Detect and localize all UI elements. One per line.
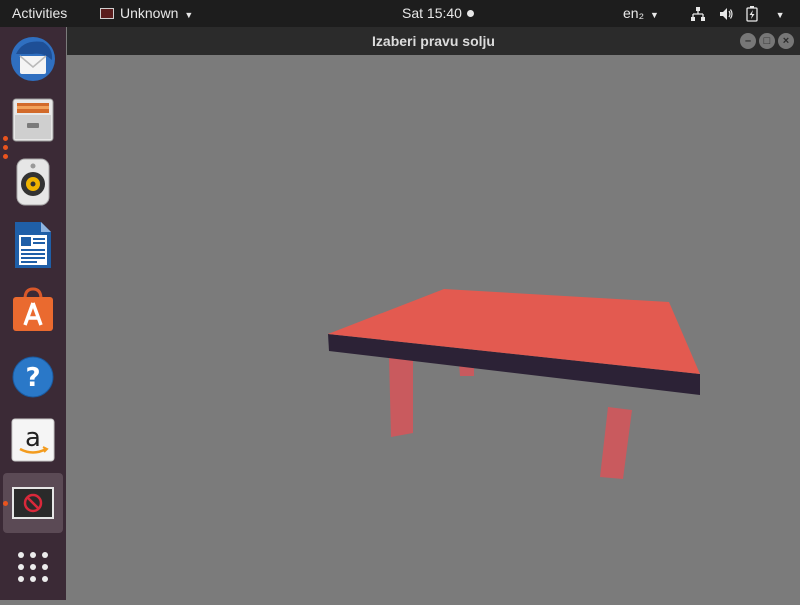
dock-item-help[interactable]: ?: [3, 347, 63, 407]
dock-item-files[interactable]: [3, 90, 63, 150]
files-icon: [12, 98, 54, 142]
dock-item-running-app[interactable]: [3, 473, 63, 533]
app-icon: [100, 8, 114, 19]
3d-scene-canvas[interactable]: [67, 55, 800, 600]
running-indicator: [3, 136, 8, 141]
chevron-down-icon: ▼: [775, 10, 785, 20]
close-icon: ×: [782, 35, 790, 47]
dock-item-rhythmbox[interactable]: [3, 152, 63, 212]
minimize-icon: –: [744, 35, 752, 47]
dock-item-writer[interactable]: [3, 215, 63, 275]
chevron-down-icon: ▼: [184, 10, 194, 20]
running-indicator: [3, 145, 8, 150]
window-title: Izaberi pravu solju: [372, 33, 495, 49]
dock-item-software[interactable]: [3, 280, 63, 340]
maximize-button[interactable]: □: [759, 33, 775, 49]
dock-item-amazon[interactable]: a: [3, 410, 63, 470]
table-leg-front-right: [600, 407, 632, 479]
running-app-icon: [12, 487, 54, 519]
language-label: en₂: [623, 5, 645, 21]
language-indicator[interactable]: en₂ ▼: [623, 0, 659, 27]
system-menu[interactable]: ▼: [690, 0, 785, 27]
window-titlebar[interactable]: Izaberi pravu solju – □ ×: [67, 27, 800, 55]
dock-item-show-applications[interactable]: [3, 537, 63, 597]
minimize-button[interactable]: –: [740, 33, 756, 49]
clock-label: Sat 15:40: [402, 5, 462, 21]
libreoffice-writer-icon: [15, 222, 51, 268]
table-3d-model: [328, 289, 700, 479]
close-button[interactable]: ×: [778, 33, 794, 49]
clock[interactable]: Sat 15:40: [402, 0, 474, 27]
help-icon: ?: [12, 356, 54, 398]
running-indicator: [3, 501, 8, 506]
svg-text:a: a: [25, 423, 41, 453]
dock: ? a: [0, 27, 66, 600]
show-applications-icon: [18, 552, 48, 582]
top-bar: Activities Unknown ▼ Sat 15:40 en₂ ▼ ▼: [0, 0, 800, 27]
activities-button[interactable]: Activities: [12, 0, 67, 27]
ubuntu-software-icon: [13, 287, 53, 331]
app-window: Izaberi pravu solju – □ ×: [67, 27, 800, 600]
network-icon: [691, 7, 705, 22]
rhythmbox-icon: [16, 158, 50, 206]
thunderbird-mail-icon: [11, 37, 55, 81]
maximize-icon: □: [763, 35, 771, 47]
amazon-icon: a: [11, 418, 55, 462]
volume-icon: [719, 8, 733, 21]
app-menu[interactable]: Unknown ▼: [100, 0, 193, 27]
table-leg-front-left: [389, 356, 413, 437]
svg-text:?: ?: [25, 363, 40, 393]
dock-item-thunderbird[interactable]: [3, 29, 63, 89]
app-menu-label: Unknown: [120, 5, 179, 21]
chevron-down-icon: ▼: [650, 10, 659, 20]
notification-dot-icon: [466, 10, 474, 17]
battery-icon: [746, 6, 758, 22]
